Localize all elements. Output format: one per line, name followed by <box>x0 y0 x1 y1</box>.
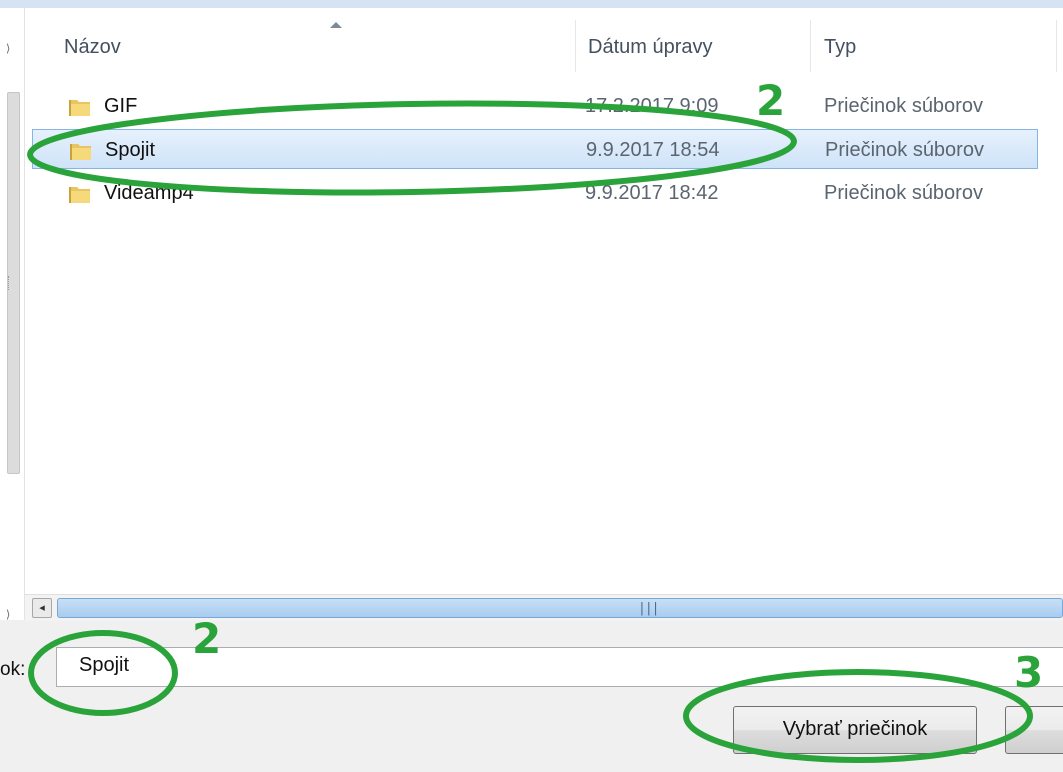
list-item-spojit[interactable]: Spojit 9.9.2017 18:54 Priečinok súborov <box>32 129 1038 169</box>
item-date: 17.2.2017 9:09 <box>585 95 719 117</box>
nav-scroll-arrow-icon[interactable]: ⟩ <box>6 608 10 621</box>
list-item-videamp4[interactable]: Videamp4 9.9.2017 18:42 Priečinok súboro… <box>32 173 1038 213</box>
folder-icon <box>69 187 90 203</box>
folder-icon <box>70 144 91 160</box>
filename-label: ok: <box>0 659 26 680</box>
item-name: GIF <box>104 95 138 117</box>
annotation-step-3: 3 <box>1014 648 1044 697</box>
item-date: 9.9.2017 18:42 <box>585 182 719 204</box>
item-type: Priečinok súborov <box>824 182 983 204</box>
cancel-button[interactable] <box>1005 706 1063 754</box>
scrollbar-grip-icon: ||| <box>638 601 660 616</box>
horizontal-scrollbar[interactable]: ◂ ||| <box>25 594 1063 621</box>
item-name: Videamp4 <box>104 182 194 204</box>
column-header-date[interactable]: Dátum úpravy <box>588 36 713 59</box>
item-name: Spojit <box>105 139 156 161</box>
annotation-step-2-filename: 2 <box>192 614 222 663</box>
annotation-step-2: 2 <box>756 76 786 125</box>
folder-icon <box>69 100 90 116</box>
column-header-name[interactable]: Názov <box>64 36 121 59</box>
file-list[interactable]: Názov Dátum úpravy Typ GIF 17.2.2017 9:0… <box>25 8 1063 594</box>
column-separator[interactable] <box>575 20 576 72</box>
item-date: 9.9.2017 18:54 <box>586 139 720 161</box>
list-item-gif[interactable]: GIF 17.2.2017 9:09 Priečinok súborov <box>32 86 1038 126</box>
item-type: Priečinok súborov <box>825 139 984 161</box>
sort-ascending-icon <box>330 22 342 28</box>
item-type: Priečinok súborov <box>824 95 983 117</box>
column-separator[interactable] <box>1056 20 1057 72</box>
navigation-pane[interactable]: ⟩ ⟩ <box>0 8 25 621</box>
select-folder-button[interactable]: Vybrať priečinok <box>733 706 977 754</box>
scroll-left-arrow-icon[interactable]: ◂ <box>32 598 52 618</box>
column-separator[interactable] <box>810 20 811 72</box>
nav-tick-icon: ⟩ <box>6 42 11 55</box>
navigation-scrollbar-grip <box>8 276 13 290</box>
column-header-type[interactable]: Typ <box>824 36 856 59</box>
top-border <box>0 0 1063 8</box>
